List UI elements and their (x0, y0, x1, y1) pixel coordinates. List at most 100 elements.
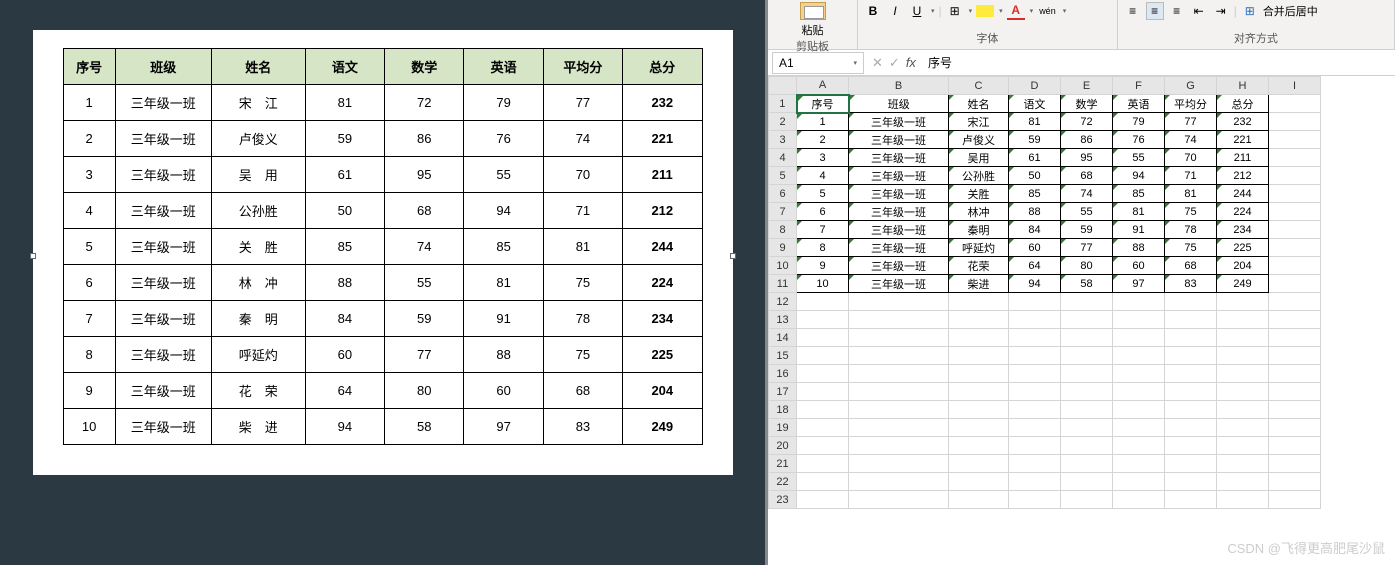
table-cell[interactable]: 80 (385, 373, 464, 409)
table-row[interactable]: 8三年级一班呼延灼60778875225 (63, 337, 702, 373)
confirm-icon[interactable]: ✓ (889, 55, 900, 71)
cell[interactable] (1217, 383, 1269, 401)
row-header[interactable]: 5 (769, 167, 797, 185)
column-header[interactable]: E (1061, 77, 1113, 95)
table-cell[interactable]: 71 (543, 193, 622, 229)
cell[interactable]: 班级 (849, 95, 949, 113)
table-cell[interactable]: 三年级一班 (115, 85, 211, 121)
bold-button[interactable]: B (864, 2, 882, 20)
cell[interactable] (1061, 293, 1113, 311)
cell[interactable]: 81 (1113, 203, 1165, 221)
table-cell[interactable]: 9 (63, 373, 115, 409)
table-row[interactable]: 2三年级一班卢俊义59867674221 (63, 121, 702, 157)
cell[interactable] (1113, 329, 1165, 347)
indent-decrease-button[interactable]: ⇤ (1190, 2, 1208, 20)
cell[interactable] (1217, 473, 1269, 491)
table-cell[interactable]: 95 (385, 157, 464, 193)
cell[interactable]: 78 (1165, 221, 1217, 239)
cell[interactable] (797, 347, 849, 365)
column-header[interactable]: G (1165, 77, 1217, 95)
cell[interactable] (1165, 419, 1217, 437)
table-cell[interactable]: 1 (63, 85, 115, 121)
cell[interactable]: 94 (1009, 275, 1061, 293)
row-header[interactable]: 18 (769, 401, 797, 419)
cell[interactable] (849, 329, 949, 347)
cell[interactable] (1269, 131, 1321, 149)
cell[interactable] (1113, 455, 1165, 473)
cell[interactable]: 249 (1217, 275, 1269, 293)
table-cell[interactable]: 77 (385, 337, 464, 373)
cell[interactable]: 76 (1113, 131, 1165, 149)
chevron-down-icon[interactable]: ▾ (999, 7, 1003, 15)
row-header[interactable]: 12 (769, 293, 797, 311)
cell[interactable] (949, 293, 1009, 311)
table-cell[interactable]: 85 (305, 229, 384, 265)
table-cell[interactable]: 三年级一班 (115, 301, 211, 337)
cell[interactable] (849, 473, 949, 491)
cell[interactable] (1061, 401, 1113, 419)
cell[interactable]: 74 (1165, 131, 1217, 149)
border-button[interactable]: ⊞ (946, 2, 964, 20)
cell[interactable]: 50 (1009, 167, 1061, 185)
cell[interactable] (1113, 293, 1165, 311)
table-cell[interactable]: 呼延灼 (211, 337, 305, 373)
cell[interactable]: 77 (1165, 113, 1217, 131)
cell[interactable] (1217, 491, 1269, 509)
cell[interactable] (797, 491, 849, 509)
cell[interactable]: 81 (1165, 185, 1217, 203)
cell[interactable]: 4 (797, 167, 849, 185)
cell[interactable] (1165, 347, 1217, 365)
cell[interactable] (1061, 473, 1113, 491)
table-cell[interactable]: 公孙胜 (211, 193, 305, 229)
table-cell[interactable]: 2 (63, 121, 115, 157)
chevron-down-icon[interactable]: ▾ (853, 59, 857, 67)
cell[interactable] (1113, 473, 1165, 491)
cell[interactable]: 59 (1061, 221, 1113, 239)
cell[interactable] (1217, 347, 1269, 365)
cell[interactable]: 79 (1113, 113, 1165, 131)
cell[interactable] (1113, 311, 1165, 329)
cell[interactable]: 68 (1165, 257, 1217, 275)
cell[interactable]: 9 (797, 257, 849, 275)
table-cell[interactable]: 249 (623, 409, 702, 445)
table-cell[interactable]: 232 (623, 85, 702, 121)
table-cell[interactable]: 三年级一班 (115, 373, 211, 409)
cell[interactable]: 8 (797, 239, 849, 257)
cell[interactable] (1009, 311, 1061, 329)
cell[interactable] (1269, 149, 1321, 167)
table-cell[interactable]: 59 (305, 121, 384, 157)
fx-icon[interactable]: fx (906, 55, 916, 70)
cell[interactable] (1269, 275, 1321, 293)
cell[interactable]: 吴用 (949, 149, 1009, 167)
cell[interactable] (949, 383, 1009, 401)
table-row[interactable]: 10三年级一班柴 进94589783249 (63, 409, 702, 445)
cell[interactable] (1061, 437, 1113, 455)
cell[interactable] (1269, 347, 1321, 365)
row-header[interactable]: 23 (769, 491, 797, 509)
row-header[interactable]: 11 (769, 275, 797, 293)
table-cell[interactable]: 61 (305, 157, 384, 193)
row-header[interactable]: 1 (769, 95, 797, 113)
cell[interactable] (1009, 455, 1061, 473)
table-row[interactable]: 6三年级一班林 冲88558175224 (63, 265, 702, 301)
cell[interactable]: 三年级一班 (849, 113, 949, 131)
cell[interactable] (1269, 383, 1321, 401)
cell[interactable] (949, 401, 1009, 419)
table-cell[interactable]: 70 (543, 157, 622, 193)
cell[interactable]: 55 (1113, 149, 1165, 167)
cell[interactable] (1269, 473, 1321, 491)
table-cell[interactable]: 68 (543, 373, 622, 409)
row-header[interactable]: 16 (769, 365, 797, 383)
table-cell[interactable]: 花 荣 (211, 373, 305, 409)
row-header[interactable]: 10 (769, 257, 797, 275)
align-top-button[interactable]: ≡ (1124, 2, 1142, 20)
cell[interactable] (1269, 221, 1321, 239)
table-cell[interactable]: 4 (63, 193, 115, 229)
cell[interactable]: 60 (1009, 239, 1061, 257)
cell[interactable]: 64 (1009, 257, 1061, 275)
fill-color-button[interactable] (976, 5, 994, 17)
cell[interactable] (1269, 311, 1321, 329)
cell[interactable] (1009, 329, 1061, 347)
spreadsheet-grid[interactable]: ABCDEFGHI1序号班级姓名语文数学英语平均分总分21三年级一班宋江8172… (768, 76, 1321, 509)
cell[interactable] (1269, 113, 1321, 131)
